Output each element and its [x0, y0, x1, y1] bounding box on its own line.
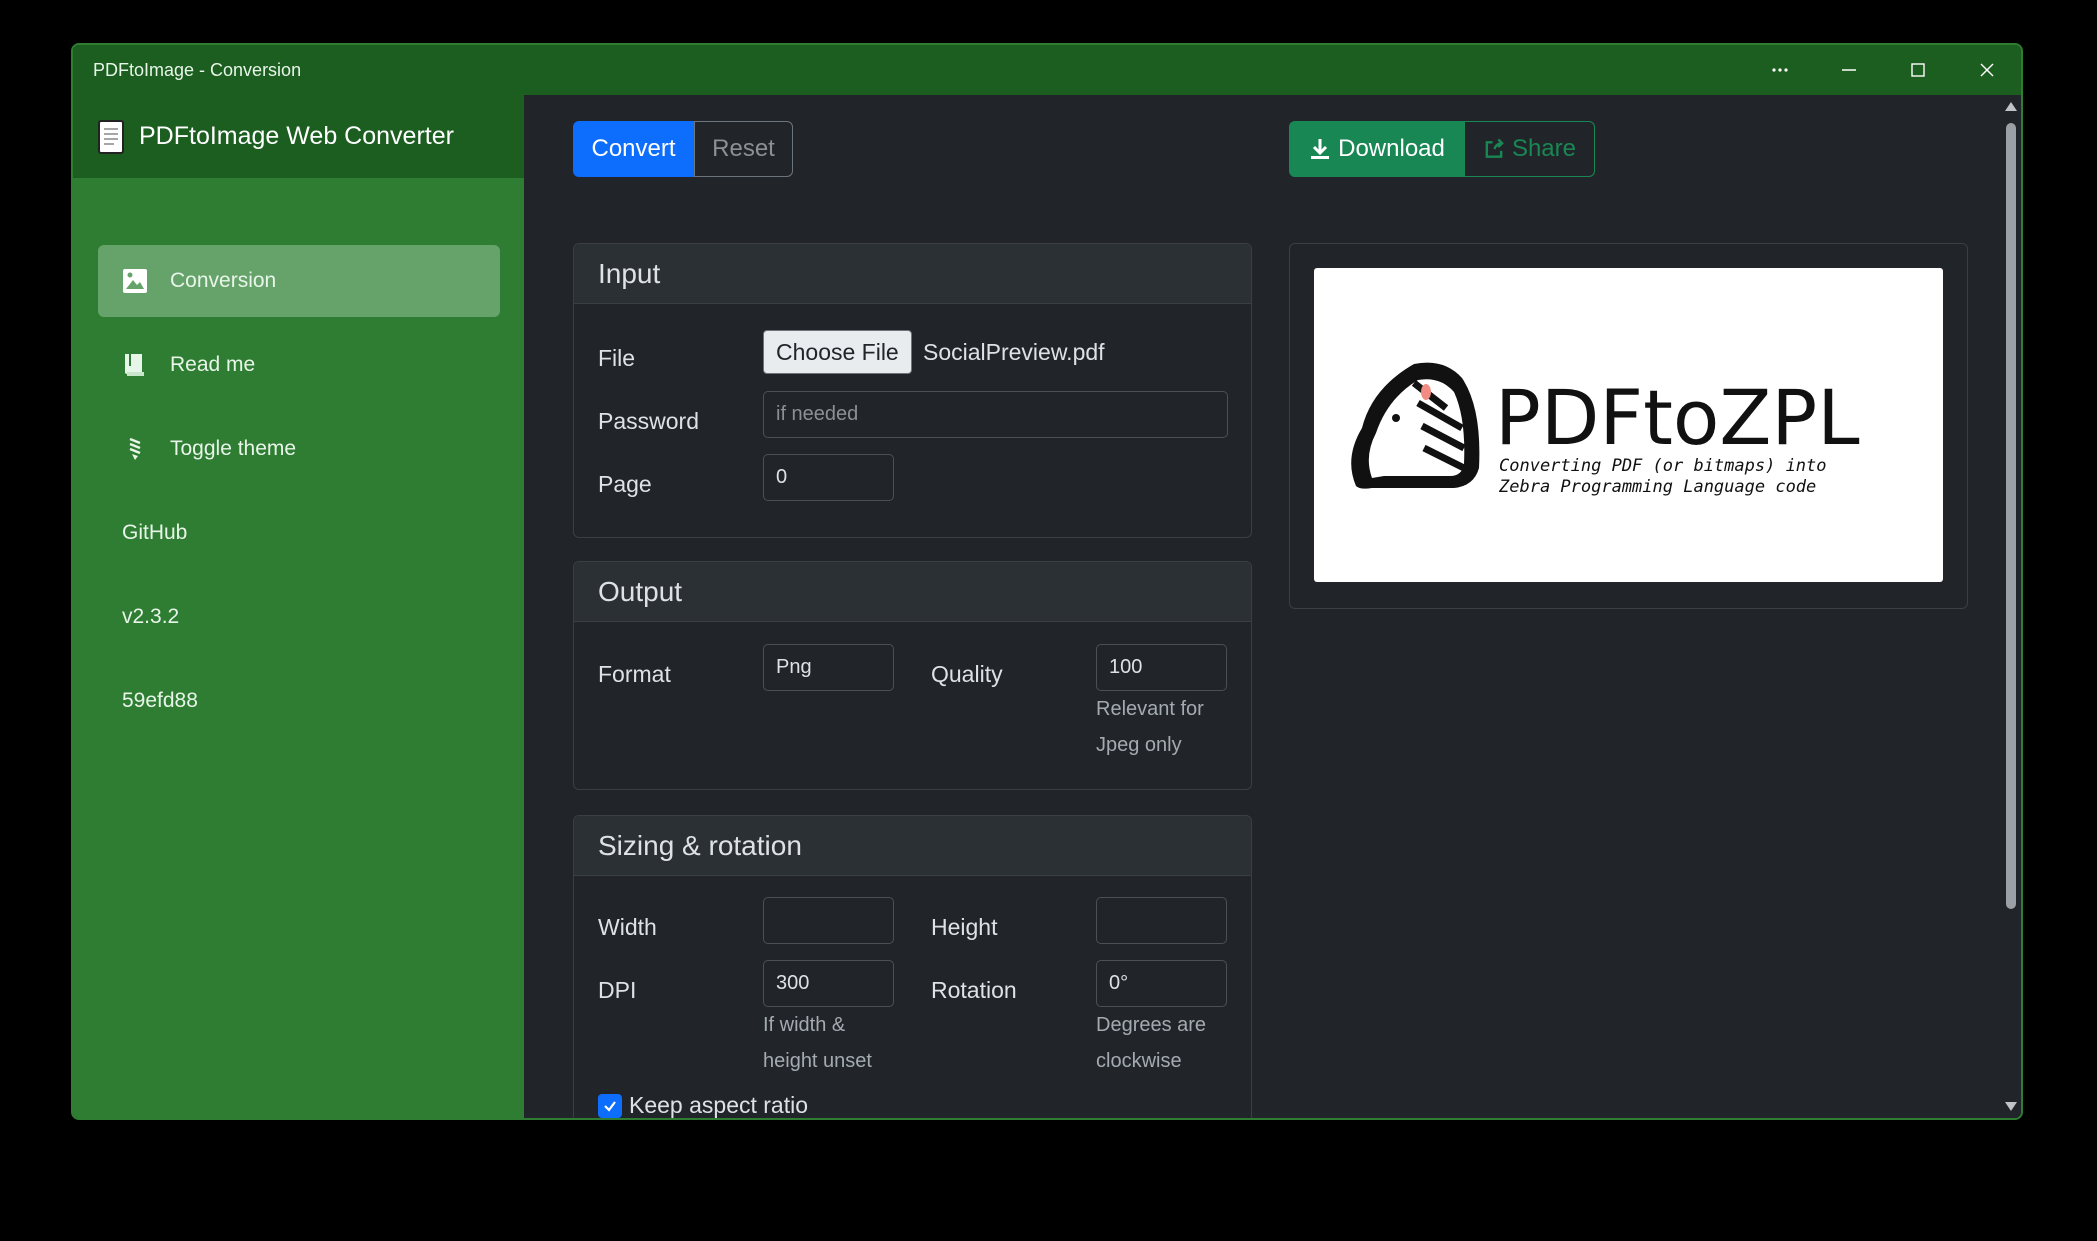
sidebar-item-commit[interactable]: 59efd88: [98, 665, 500, 737]
quality-input[interactable]: 100: [1096, 644, 1227, 691]
lightbulb-icon: [122, 436, 148, 462]
password-label: Password: [598, 408, 699, 434]
rotation-label: Rotation: [931, 977, 1017, 1003]
share-label: Share: [1511, 135, 1576, 162]
sizing-card-header: Sizing & rotation: [574, 816, 1251, 876]
book-icon: [122, 352, 148, 378]
preview-title: PDFtoZPL: [1495, 373, 1860, 462]
convert-button[interactable]: Convert: [573, 121, 694, 177]
zebra-icon: [1351, 362, 1480, 489]
reset-button[interactable]: Reset: [694, 121, 793, 177]
input-card: Input File Choose File SocialPreview.pdf…: [573, 243, 1252, 538]
page-input[interactable]: 0: [763, 454, 894, 501]
sidebar-item-github[interactable]: GitHub: [98, 497, 500, 569]
pdftozpl-logo: PDFtoZPL Converting PDF (or bitmaps) int…: [1351, 362, 1860, 497]
brand-title: PDFtoImage Web Converter: [139, 122, 454, 150]
quality-label: Quality: [931, 661, 1003, 687]
share-icon: [1485, 138, 1504, 158]
more-options-icon[interactable]: [1745, 45, 1814, 95]
checkmark-icon: [604, 1101, 616, 1112]
format-label: Format: [598, 661, 671, 687]
preview-card: PDFtoZPL Converting PDF (or bitmaps) int…: [1289, 243, 1968, 609]
sidebar-item-conversion[interactable]: Conversion: [98, 245, 500, 317]
download-button[interactable]: Download: [1289, 121, 1464, 177]
password-input[interactable]: if needed: [763, 391, 1228, 438]
preview-image: PDFtoZPL Converting PDF (or bitmaps) int…: [1314, 268, 1943, 582]
window-title: PDFtoImage - Conversion: [93, 59, 302, 80]
dpi-hint-line2: height unset: [763, 1050, 872, 1072]
height-label: Height: [931, 914, 998, 940]
minimize-icon[interactable]: [1814, 45, 1883, 95]
close-icon[interactable]: [1952, 45, 2021, 95]
format-select[interactable]: Png: [763, 644, 894, 691]
download-label: Download: [1338, 135, 1445, 162]
sizing-rotation-card: Sizing & rotation Width Height DPI 300 I…: [573, 815, 1252, 1118]
main-content: Convert Reset Download Share Input File …: [524, 95, 2021, 1118]
quality-hint-line2: Jpeg only: [1096, 734, 1182, 756]
height-input[interactable]: [1096, 897, 1227, 944]
sidebar-item-version[interactable]: v2.3.2: [98, 581, 500, 653]
image-icon: [122, 268, 148, 294]
rotation-hint-line1: Degrees are: [1096, 1014, 1207, 1036]
selected-file-name: SocialPreview.pdf: [923, 339, 1105, 365]
export-button-group: Download Share: [1289, 121, 1595, 177]
scroll-up-icon[interactable]: [2003, 99, 2019, 113]
title-bar: PDFtoImage - Conversion: [73, 45, 2021, 95]
sidebar-item-toggle-theme[interactable]: Toggle theme: [98, 413, 500, 485]
sidebar-item-label: Toggle theme: [170, 437, 297, 460]
output-card-header: Output: [574, 562, 1251, 622]
sidebar-item-label: Read me: [170, 353, 256, 376]
sidebar-item-label: Conversion: [170, 269, 277, 292]
page-label: Page: [598, 471, 652, 497]
preview-subtitle-line2: Zebra Programming Language code: [1498, 477, 1816, 497]
output-card: Output Format Png Quality 100 Relevant f…: [573, 561, 1252, 790]
dpi-input[interactable]: 300: [763, 960, 894, 1007]
sidebar-item-label: 59efd88: [122, 689, 198, 712]
file-label: File: [598, 345, 636, 371]
width-input[interactable]: [763, 897, 894, 944]
scroll-thumb[interactable]: [2006, 123, 2016, 909]
download-icon: [1311, 139, 1330, 159]
brand[interactable]: PDFtoImage Web Converter: [73, 95, 524, 178]
maximize-icon[interactable]: [1883, 45, 1952, 95]
rotation-input[interactable]: 0°: [1096, 960, 1227, 1007]
app-window: PDFtoImage - Conversion PDFtoImage Web C…: [71, 43, 2023, 1120]
width-label: Width: [598, 914, 657, 940]
dpi-hint-line1: If width &: [763, 1014, 846, 1036]
vertical-scrollbar[interactable]: [2003, 95, 2017, 1118]
sidebar-item-label: v2.3.2: [122, 605, 180, 628]
sidebar: PDFtoImage Web Converter Conversion Read…: [73, 95, 524, 1118]
sidebar-item-label: GitHub: [122, 521, 188, 544]
document-icon: [98, 119, 124, 154]
quality-hint-line1: Relevant for: [1096, 698, 1204, 720]
scroll-down-icon[interactable]: [2003, 1100, 2019, 1114]
rotation-hint-line2: clockwise: [1096, 1050, 1182, 1072]
action-button-group: Convert Reset: [573, 121, 793, 177]
keep-aspect-checkbox[interactable]: [598, 1094, 622, 1118]
dpi-label: DPI: [598, 977, 637, 1003]
sidebar-item-read-me[interactable]: Read me: [98, 329, 500, 401]
keep-aspect-label[interactable]: Keep aspect ratio: [629, 1092, 808, 1118]
preview-subtitle-line1: Converting PDF (or bitmaps) into: [1499, 456, 1827, 476]
choose-file-button[interactable]: Choose File: [763, 330, 912, 374]
input-card-header: Input: [574, 244, 1251, 304]
share-button[interactable]: Share: [1464, 121, 1595, 177]
